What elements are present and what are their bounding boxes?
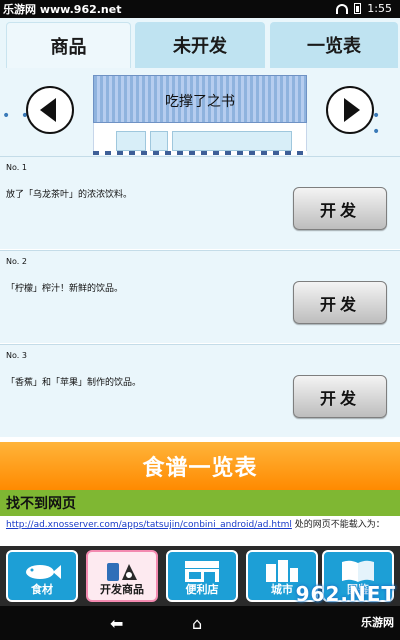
product-description: 「香蕉」和「苹果」制作的饮品。	[6, 378, 142, 388]
system-nav-bar: ⬅ ⌂	[0, 606, 400, 640]
watermark-logo: 962.NET	[295, 582, 396, 606]
product-row: No. 3 「香蕉」和「苹果」制作的饮品。 开发	[0, 344, 400, 437]
shop-illustration: 吃撑了之书	[93, 75, 307, 155]
ad-link[interactable]: http://ad.xnosserver.com/apps/tatsujin/c…	[6, 520, 292, 530]
tab-list[interactable]: 一览表	[270, 22, 398, 68]
battery-icon	[354, 3, 362, 14]
shop-door	[150, 131, 168, 151]
ad-error-suffix: 处的网页不能载入为：	[291, 520, 385, 530]
book-header: • • 吃撑了之书 • •	[0, 68, 400, 156]
ad-error-text: http://ad.xnosserver.com/apps/tatsujin/c…	[6, 520, 396, 531]
dots-right: • •	[372, 108, 384, 140]
arrow-right-icon	[344, 98, 360, 122]
watermark-text: 乐游网 www.962.net	[3, 3, 122, 16]
product-row: No. 1 放了「乌龙茶叶」的浓浓饮料。 开发	[0, 156, 400, 249]
product-number: No. 3	[6, 351, 27, 360]
product-description: 放了「乌龙茶叶」的浓浓饮料。	[6, 190, 133, 200]
develop-button[interactable]: 开发	[293, 281, 387, 324]
product-number: No. 2	[6, 257, 27, 266]
nav-label: 开发商品	[100, 583, 144, 596]
recipe-list-button[interactable]: 食谱一览表	[0, 442, 400, 490]
product-description: 「柠檬」榨汁！新鲜的饮品。	[6, 284, 124, 294]
prev-page-button[interactable]	[26, 86, 74, 134]
tab-undeveloped[interactable]: 未开发	[135, 22, 265, 68]
back-icon[interactable]: ⬅	[110, 614, 123, 633]
nav-store[interactable]: 便利店	[166, 550, 238, 602]
shop-front	[93, 123, 307, 153]
shop-window	[116, 131, 146, 151]
clock: 1:55	[367, 2, 392, 15]
nav-label: 食材	[31, 583, 53, 596]
wifi-icon	[336, 3, 349, 14]
nav-develop-products[interactable]: 开发商品	[86, 550, 158, 602]
nav-label: 便利店	[185, 583, 219, 596]
product-number: No. 1	[6, 163, 27, 172]
product-row: No. 2 「柠檬」榨汁！新鲜的饮品。 开发	[0, 250, 400, 343]
develop-button[interactable]: 开发	[293, 187, 387, 230]
watermark-text: 乐游网	[361, 616, 394, 629]
status-bar: 乐游网 www.962.net 1:55	[0, 0, 400, 18]
next-page-button[interactable]	[326, 86, 374, 134]
develop-button[interactable]: 开发	[293, 375, 387, 418]
arrow-left-icon	[40, 98, 56, 122]
shop-strip	[93, 151, 307, 155]
tab-products[interactable]: 商品	[6, 22, 131, 68]
ad-banner: 找不到网页 http://ad.xnosserver.com/apps/tats…	[0, 490, 400, 546]
tab-bar: 商品 未开发 一览表	[0, 18, 400, 68]
nav-ingredients[interactable]: 食材	[6, 550, 78, 602]
status-icons: 1:55	[336, 2, 392, 15]
ad-error-title: 找不到网页	[6, 496, 76, 512]
home-icon[interactable]: ⌂	[192, 614, 202, 633]
shop-sign: 吃撑了之书	[165, 94, 235, 110]
shop-window	[172, 131, 292, 151]
